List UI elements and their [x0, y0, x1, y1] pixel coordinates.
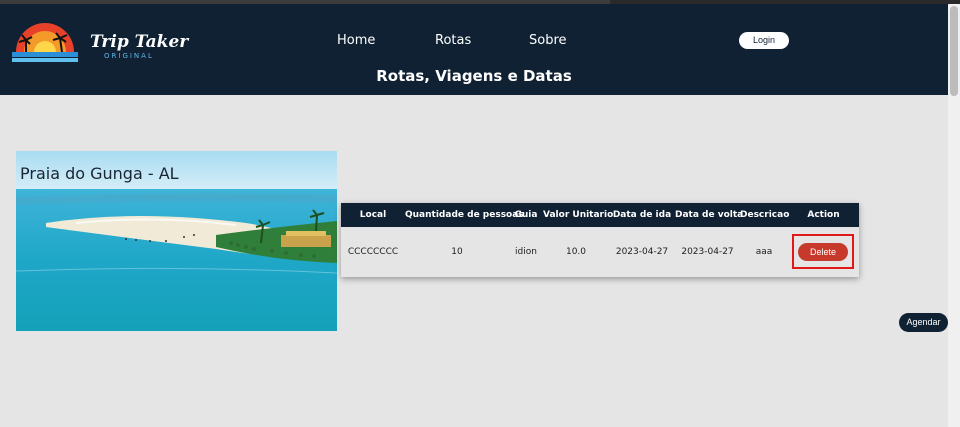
cell-data-ida: 2023-04-27: [615, 247, 669, 257]
cell-descricao: aaa: [755, 247, 773, 257]
nav-home[interactable]: Home: [337, 33, 375, 48]
trips-table: Local Quantidade de pessoas Guia Valor U…: [341, 203, 859, 277]
nav-sobre[interactable]: Sobre: [529, 33, 567, 48]
scrollbar-thumb[interactable]: [950, 6, 958, 96]
col-header-action: Action: [788, 203, 859, 227]
col-header-quantidade: Quantidade de pessoas: [405, 203, 524, 227]
cell-guia: idion: [515, 247, 537, 257]
destination-title: Praia do Gunga - AL: [20, 164, 179, 183]
col-header-data-ida: Data de ida: [609, 203, 675, 227]
brand-name: Trip Taker: [90, 32, 189, 52]
cell-local: CCCCCCCC: [347, 247, 399, 257]
table-row: CCCCCCCC 10 idion 10.0 2023-04-27 2023-0…: [341, 227, 859, 277]
cell-quantidade: 10: [451, 247, 463, 257]
delete-button[interactable]: Delete: [798, 243, 848, 261]
page-title: Rotas, Viagens e Datas: [376, 67, 572, 85]
col-header-descricao: Descricao: [740, 203, 789, 227]
col-header-data-volta: Data de volta: [675, 203, 743, 227]
brand-subtitle: ORIGINAL: [104, 52, 154, 60]
brand-logo: [12, 23, 78, 62]
nav-rotas[interactable]: Rotas: [435, 33, 471, 48]
cell-valor: 10.0: [565, 247, 587, 257]
site-header: Trip Taker ORIGINAL Home Rotas Sobre Log…: [0, 4, 948, 95]
col-header-local: Local: [341, 203, 405, 227]
table-header-row: Local Quantidade de pessoas Guia Valor U…: [341, 203, 859, 227]
login-button[interactable]: Login: [739, 32, 789, 49]
cell-data-volta: 2023-04-27: [681, 247, 734, 257]
col-header-guia: Guia: [509, 203, 543, 227]
col-header-valor: Valor Unitario: [543, 203, 613, 227]
agendar-button[interactable]: Agendar: [899, 313, 948, 332]
